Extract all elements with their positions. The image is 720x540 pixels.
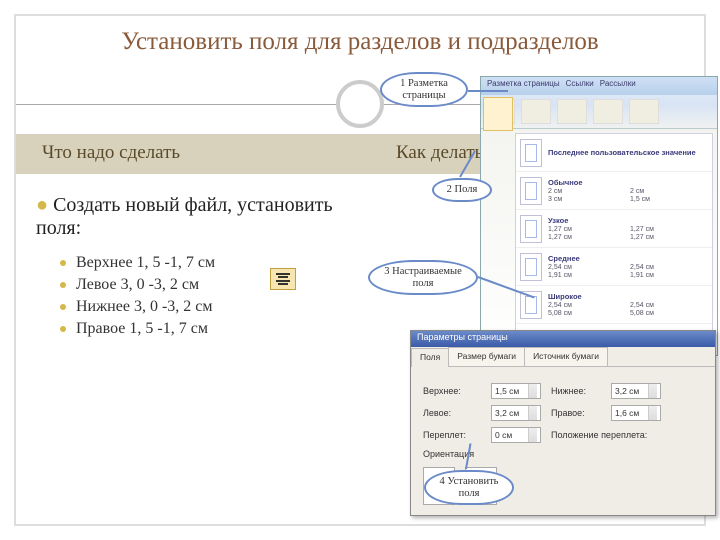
right-margin-input[interactable]: 1,6 см	[611, 405, 661, 421]
gallery-row[interactable]: Узкое1,27 см1,27 см1,27 см1,27 см	[516, 210, 712, 248]
preset-thumb-icon	[520, 139, 542, 167]
left-margin-input[interactable]: 3,2 см	[491, 405, 541, 421]
gallery-row[interactable]: Среднее2,54 см2,54 см1,91 см1,91 см	[516, 248, 712, 286]
tool-button[interactable]	[629, 99, 659, 124]
gallery-row[interactable]: Обычное2 см2 см3 см1,5 см	[516, 172, 712, 210]
margin-list: Верхнее 1, 5 -1, 7 см Левое 3, 0 -3, 2 с…	[60, 254, 366, 338]
tool-button[interactable]	[593, 99, 623, 124]
preset-thumb-icon	[520, 253, 542, 281]
dialog-tab-source[interactable]: Источник бумаги	[524, 347, 608, 366]
ribbon-tabs: Разметка страницы Ссылки Рассылки	[481, 77, 717, 95]
bullet-icon	[60, 326, 66, 332]
margin-bottom-text: Нижнее 3, 0 -3, 2 см	[76, 298, 213, 316]
margins-button[interactable]	[483, 97, 513, 131]
bullet-icon	[60, 260, 66, 266]
top-margin-input[interactable]: 1,5 см	[491, 383, 541, 399]
list-item: Нижнее 3, 0 -3, 2 см	[60, 298, 366, 316]
field-label: Положение переплета:	[551, 430, 647, 440]
bullet-icon	[60, 282, 66, 288]
word-ribbon: Разметка страницы Ссылки Рассылки Послед…	[480, 76, 718, 356]
list-item: Верхнее 1, 5 -1, 7 см	[60, 254, 366, 272]
ribbon-tools	[481, 95, 717, 129]
gutter-input[interactable]: 0 см	[491, 427, 541, 443]
preset-thumb-icon	[520, 177, 542, 205]
tool-button[interactable]	[557, 99, 587, 124]
margins-gallery: Последнее пользовательское значение Обыч…	[515, 133, 713, 351]
left-content: Создать новый файл, установить поля: Вер…	[36, 194, 366, 342]
callout-2: 2 Поля	[432, 178, 492, 202]
dialog-tab-paper[interactable]: Размер бумаги	[448, 347, 525, 366]
header-left: Что надо сделать	[42, 142, 180, 164]
lead-text: Создать новый файл, установить поля:	[36, 194, 366, 240]
gallery-row[interactable]: Последнее пользовательское значение	[516, 134, 712, 172]
bottom-margin-input[interactable]: 3,2 см	[611, 383, 661, 399]
margin-right-text: Правое 1, 5 -1, 7 см	[76, 320, 208, 338]
orientation-label: Ориентация	[423, 449, 703, 459]
field-label: Левое:	[423, 408, 481, 418]
gallery-row[interactable]: Широкое2,54 см2,54 см5,08 см5,08 см	[516, 286, 712, 324]
callout-pointer	[468, 90, 508, 92]
ribbon-tab[interactable]: Ссылки	[566, 79, 594, 93]
field-label: Нижнее:	[551, 386, 601, 396]
field-label: Правое:	[551, 408, 601, 418]
field-label: Переплет:	[423, 430, 481, 440]
slide-frame: Установить поля для разделов и подраздел…	[14, 14, 706, 526]
margin-top-text: Верхнее 1, 5 -1, 7 см	[76, 254, 215, 272]
tool-button[interactable]	[521, 99, 551, 124]
margin-left-text: Левое 3, 0 -3, 2 см	[76, 276, 199, 294]
slide-title: Установить поля для разделов и подраздел…	[16, 16, 704, 64]
dialog-tabs: Поля Размер бумаги Источник бумаги	[411, 347, 715, 367]
bullet-icon	[60, 304, 66, 310]
list-item: Левое 3, 0 -3, 2 см	[60, 276, 366, 294]
preset-thumb-icon	[520, 215, 542, 243]
justify-align-icon	[270, 268, 296, 290]
dialog-titlebar: Параметры страницы	[411, 331, 715, 347]
callout-1: 1 Разметка страницы	[380, 72, 468, 107]
dialog-tab-fields[interactable]: Поля	[411, 348, 449, 367]
callout-3: 3 Настраиваемые поля	[368, 260, 478, 295]
list-item: Правое 1, 5 -1, 7 см	[60, 320, 366, 338]
field-label: Верхнее:	[423, 386, 481, 396]
decorative-ring	[336, 80, 384, 128]
ribbon-tab[interactable]: Рассылки	[600, 79, 636, 93]
callout-4: 4 Установить поля	[424, 470, 514, 505]
right-screenshot-stack: Разметка страницы Ссылки Рассылки Послед…	[384, 76, 720, 520]
